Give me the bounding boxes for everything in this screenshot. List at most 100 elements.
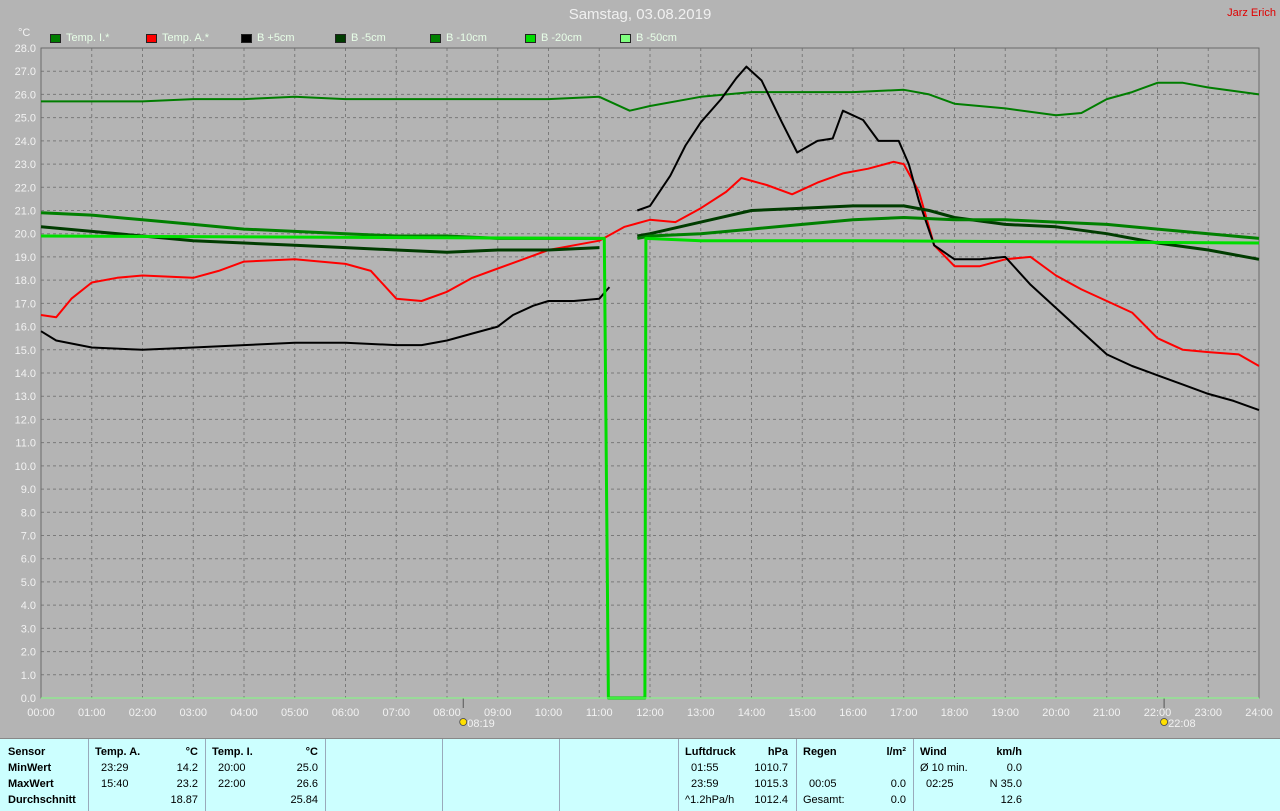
y-tick-label: 15.0 bbox=[15, 345, 36, 357]
legend-swatch bbox=[241, 33, 252, 43]
row-label-avg: Durchschnitt bbox=[8, 794, 76, 806]
wind-unit: km/h bbox=[996, 746, 1022, 758]
legend-label: Temp. A.* bbox=[162, 32, 210, 45]
x-tick-label: 14:00 bbox=[738, 707, 766, 719]
temp-i-avg-value: 25.84 bbox=[290, 794, 318, 806]
temp-i-max-value: 26.6 bbox=[296, 778, 318, 790]
x-tick-label: 07:00 bbox=[382, 707, 410, 719]
y-tick-label: 11.0 bbox=[15, 438, 36, 450]
legend-item: B -20cm bbox=[525, 32, 582, 44]
legend-swatch bbox=[430, 33, 441, 43]
legend-item: B -50cm bbox=[620, 32, 677, 44]
legend-item: B -5cm bbox=[335, 32, 386, 44]
legend-item: B -10cm bbox=[430, 32, 487, 44]
wind-avg10-label: Ø 10 min. bbox=[920, 762, 968, 774]
temp-a-max-value: 23.2 bbox=[176, 778, 198, 790]
column-divider bbox=[325, 739, 326, 811]
temp-a-unit: °C bbox=[185, 746, 198, 758]
legend-swatch bbox=[525, 33, 536, 43]
author-label: Jarz Erich bbox=[1227, 7, 1276, 19]
pressure-max-time: 23:59 bbox=[691, 778, 719, 790]
y-tick-label: 18.0 bbox=[15, 275, 36, 287]
y-tick-label: 23.0 bbox=[15, 159, 36, 171]
row-label-min: MinWert bbox=[8, 762, 52, 774]
x-tick-label: 05:00 bbox=[281, 707, 309, 719]
y-tick-label: 3.0 bbox=[21, 623, 36, 635]
legend-swatch bbox=[50, 33, 61, 43]
series-line bbox=[40, 204, 1260, 261]
legend-item: Temp. I.* bbox=[50, 32, 109, 44]
x-tick-label: 12:00 bbox=[636, 707, 664, 719]
pressure-max-value: 1015.3 bbox=[754, 778, 788, 790]
x-tick-label: 01:00 bbox=[78, 707, 106, 719]
temp-a-min-time: 23:29 bbox=[101, 762, 129, 774]
y-tick-label: 10.0 bbox=[15, 461, 36, 473]
rain-total-value: 0.0 bbox=[890, 794, 906, 806]
y-tick-label: 4.0 bbox=[21, 600, 36, 612]
temp-i-min-value: 25.0 bbox=[296, 762, 318, 774]
rain-header: Regen bbox=[803, 746, 837, 758]
y-tick-label: 21.0 bbox=[15, 206, 36, 218]
temp-a-avg-value: 18.87 bbox=[170, 794, 198, 806]
legend-label: B +5cm bbox=[257, 32, 295, 45]
x-tick-label: 23:00 bbox=[1194, 707, 1222, 719]
x-tick-label: 21:00 bbox=[1093, 707, 1121, 719]
legend-swatch bbox=[146, 33, 157, 43]
y-tick-label: 26.0 bbox=[15, 89, 36, 101]
legend-label: B -50cm bbox=[636, 32, 677, 45]
x-tick-label: 16:00 bbox=[839, 707, 867, 719]
pressure-avg-value: 1012.4 bbox=[754, 794, 788, 806]
x-tick-label: 04:00 bbox=[230, 707, 258, 719]
temp-i-header: Temp. I. bbox=[212, 746, 253, 758]
y-tick-label: 7.0 bbox=[21, 531, 36, 543]
x-tick-label: 00:00 bbox=[27, 707, 55, 719]
rain-total-label: Gesamt: bbox=[803, 794, 845, 806]
annotation-label: 22:08 bbox=[1168, 718, 1196, 730]
x-tick-label: 17:00 bbox=[890, 707, 918, 719]
sunrise-icon bbox=[459, 718, 468, 726]
x-tick-label: 06:00 bbox=[332, 707, 360, 719]
sunset-icon bbox=[1160, 718, 1168, 726]
legend-swatch bbox=[335, 33, 346, 43]
y-tick-label: 14.0 bbox=[15, 368, 36, 380]
y-tick-label: 9.0 bbox=[21, 484, 36, 496]
y-tick-label: 8.0 bbox=[21, 507, 36, 519]
sensor-header: Sensor bbox=[8, 746, 46, 758]
y-tick-label: 20.0 bbox=[15, 229, 36, 241]
legend-label: B -20cm bbox=[541, 32, 582, 45]
y-tick-label: 2.0 bbox=[21, 647, 36, 659]
column-divider bbox=[442, 739, 443, 811]
x-tick-label: 13:00 bbox=[687, 707, 715, 719]
chart: 0.0 1.0 2.0 3.0 4.0 5.0 6.0 7.0 8.0 9.0 10.0 11.0 12… bbox=[15, 27, 1273, 730]
column-divider bbox=[796, 739, 797, 811]
wind-max-value: N 35.0 bbox=[989, 778, 1022, 790]
y-tick-label: 27.0 bbox=[15, 66, 36, 78]
rain-unit: l/m² bbox=[886, 746, 906, 758]
column-divider bbox=[559, 739, 560, 811]
x-tick-label: 02:00 bbox=[129, 707, 157, 719]
x-tick-label: 24:00 bbox=[1245, 707, 1273, 719]
temp-a-header: Temp. A. bbox=[95, 746, 141, 758]
rain-max-value: 0.0 bbox=[890, 778, 906, 790]
legend-label: Temp. I.* bbox=[66, 32, 110, 45]
y-tick-label: 0.0 bbox=[21, 693, 36, 705]
y-tick-label: 22.0 bbox=[15, 182, 36, 194]
y-tick-label: 19.0 bbox=[15, 252, 36, 264]
wind-avg-value: 12.6 bbox=[1000, 794, 1022, 806]
x-tick-label: 15:00 bbox=[788, 707, 816, 719]
legend-swatch bbox=[620, 33, 631, 43]
temp-i-min-time: 20:00 bbox=[218, 762, 246, 774]
y-tick-label: 25.0 bbox=[15, 113, 36, 125]
y-tick-label: 12.0 bbox=[15, 414, 36, 426]
pressure-unit: hPa bbox=[767, 746, 788, 758]
pressure-min-time: 01:55 bbox=[691, 762, 719, 774]
wind-header: Wind bbox=[920, 746, 947, 758]
wind-avg10-value: 0.0 bbox=[1006, 762, 1022, 774]
chart-title: Samstag, 03.08.2019 bbox=[568, 6, 712, 23]
column-divider bbox=[678, 739, 679, 811]
x-tick-label: 20:00 bbox=[1042, 707, 1070, 719]
x-tick-label: 18:00 bbox=[941, 707, 969, 719]
y-tick-label: 1.0 bbox=[21, 670, 36, 682]
column-divider bbox=[88, 739, 89, 811]
column-divider bbox=[205, 739, 206, 811]
